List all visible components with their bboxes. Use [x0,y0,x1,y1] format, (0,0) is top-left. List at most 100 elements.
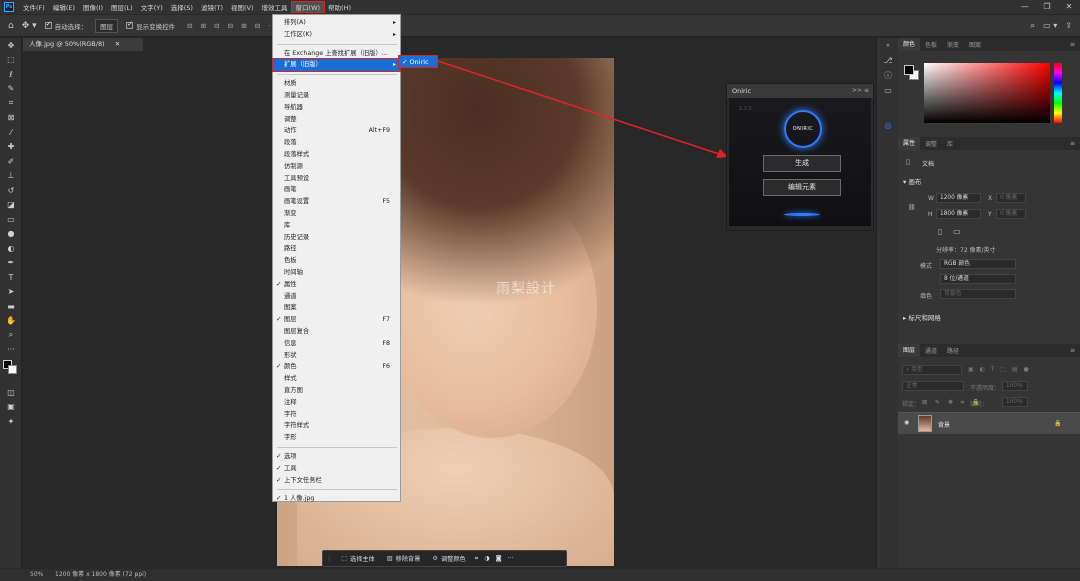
tab-properties[interactable]: 属性 [898,137,921,150]
oniric-panel-icon[interactable]: ◎ [877,118,899,133]
panel-menu-icon[interactable]: ≡ [1065,347,1080,354]
mask-icon[interactable]: ◙ [493,555,505,562]
eraser-tool-icon[interactable]: ◪ [0,198,22,213]
gradient-tool-icon[interactable]: ▭ [0,212,22,227]
y-field[interactable]: 0 像素 [996,209,1026,219]
window-menu-item[interactable]: 直方图 [273,385,400,397]
more-options-button[interactable]: ··· [505,555,517,562]
tab-adjustments[interactable]: 调整 [920,139,942,148]
menu-plugins[interactable]: 增效工具 [258,2,292,12]
window-menu-item[interactable]: 样式 [273,373,400,385]
menu-image[interactable]: 图像(I) [79,2,107,12]
brush-tool-icon[interactable]: ✐ [0,154,22,169]
height-field[interactable]: 1800 像素 [936,209,981,219]
search-icon[interactable]: ⌕ [1030,21,1035,31]
panel-menu-icon[interactable]: >> ≡ [852,84,869,98]
adjust-color-button[interactable]: ⚙ 调整颜色 [426,554,471,563]
window-menu-item[interactable]: 工具预设 [273,173,400,185]
window-menu-item[interactable]: 信息 F8 [273,338,400,350]
window-menu-item[interactable]: 库 [273,220,400,232]
minimize-button[interactable]: — [1014,0,1036,14]
close-tab-icon[interactable]: ✕ [115,40,120,48]
window-menu-item[interactable]: 动作 Alt+F9 [273,125,400,137]
info-icon[interactable]: ⓘ [877,68,899,83]
home-icon[interactable]: ⌂ [8,21,14,31]
layer-filter-icons[interactable]: ▣ ◐ T ⬚ ▤ ● [968,366,1031,373]
show-transform-checkbox[interactable]: 显示变换控件 [126,20,175,31]
tab-swatches[interactable]: 色板 [920,40,942,49]
quick-select-tool-icon[interactable]: ✎ [0,82,22,97]
blend-mode-dropdown[interactable]: 正常 [902,381,964,391]
move-tool-icon[interactable]: ✥ ▾ [22,21,37,31]
visibility-eye-icon[interactable]: ◉ [904,419,909,426]
tab-libraries[interactable]: 库 [942,139,958,148]
auto-select-checkbox[interactable]: 自动选择： [44,20,87,31]
menu-filter[interactable]: 滤镜(T) [197,2,227,12]
window-menu-item[interactable]: ✓ 图层 F7 [273,314,400,326]
tab-layers[interactable]: 图层 [898,344,921,357]
move-tool-icon[interactable]: ✥ [0,38,22,53]
window-menu-item[interactable]: 字符 [273,409,400,421]
select-subject-button[interactable]: ⬚ 选择主体 [335,554,381,563]
rulers-grid-section-header[interactable]: ▸ 标尺和网格 [903,312,941,322]
tab-patterns[interactable]: 图案 [964,40,986,49]
fill-opacity-field[interactable]: 100% [1002,397,1028,407]
remove-background-button[interactable]: ▨ 移除背景 [381,554,427,563]
dodge-tool-icon[interactable]: ◐ [0,241,22,256]
fill-dropdown[interactable]: 背景色 [940,289,1016,299]
window-menu-item[interactable]: ✓ 属性 [273,279,400,291]
window-menu-item[interactable]: 排列(A) ▸ [273,17,400,29]
window-menu-item[interactable]: 导航器 [273,102,400,114]
extensions-submenu-oniric[interactable]: ✓ Oniric [398,55,438,68]
screen-mode-icon[interactable]: ▣ [0,400,22,415]
menu-select[interactable]: 选择(S) [167,2,197,12]
marquee-tool-icon[interactable]: ⬚ [0,53,22,68]
share-icon[interactable]: ⇪ [1065,21,1072,30]
window-menu-item[interactable]: 在 Exchange 上查找扩展（旧版）... [273,48,400,60]
window-menu-item[interactable]: 通道 [273,291,400,303]
window-menu-item[interactable]: 仿制源 [273,161,400,173]
stamp-tool-icon[interactable]: ⊥ [0,169,22,184]
tab-gradients[interactable]: 渐变 [942,40,964,49]
window-menu-item[interactable]: ✓ 1 人像.jpg [273,493,400,505]
adjustment-icon[interactable]: ◑ [481,555,492,562]
oniric-panel-header[interactable]: Oniric >> ≡ [727,84,873,98]
panel-menu-icon[interactable]: ≡ [1065,140,1080,147]
landscape-orientation-icon[interactable]: ▭ [953,227,961,236]
pen-tool-icon[interactable]: ✒ [0,256,22,271]
window-menu-item[interactable]: 画笔设置 F5 [273,196,400,208]
history-icon[interactable]: ⎇ [877,53,899,68]
canvas-section-header[interactable]: ▾ 画布 [903,176,921,186]
window-menu-item[interactable]: 历史记录 [273,232,400,244]
layer-filter-search[interactable]: ⌕ 类型 [902,365,962,375]
window-menu-item[interactable]: 画笔 [273,184,400,196]
hand-tool-icon[interactable]: ✋ [0,314,22,329]
frame-tool-icon[interactable]: ⊠ [0,111,22,126]
comment-icon[interactable]: ▭ [877,83,899,98]
color-picker-field[interactable] [924,63,1050,123]
portrait-orientation-icon[interactable]: ▯ [938,227,942,236]
window-menu-item[interactable]: 段落 [273,137,400,149]
auto-select-dropdown[interactable]: 图层 [95,18,119,33]
workspace-icon[interactable]: ▭ ▾ [1043,21,1057,30]
window-menu-item[interactable]: ✓ 上下文任务栏 [273,475,400,487]
status-arrow-icon[interactable]: › [135,569,137,581]
collapse-icon[interactable]: « [877,38,899,53]
menu-file[interactable]: 文件(F) [19,2,49,12]
window-menu-item[interactable]: 时间轴 [273,267,400,279]
drag-handle-icon[interactable]: ⋮ [323,555,335,562]
tab-paths[interactable]: 路径 [942,346,964,355]
window-menu-item[interactable]: 注释 [273,397,400,409]
menu-view[interactable]: 视图(V) [227,2,258,12]
color-swatches-icon[interactable] [0,357,22,385]
edit-elements-button[interactable]: 编辑元素 [763,179,841,196]
opacity-field[interactable]: 100% [1002,381,1028,391]
menu-type[interactable]: 文字(Y) [137,2,167,12]
foreground-color-swatch[interactable] [904,65,914,75]
eyedropper-tool-icon[interactable]: ⁄ [0,125,22,140]
window-menu-item[interactable]: 材质 [273,78,400,90]
generative-icon[interactable]: ✦ [0,414,22,429]
window-menu-item[interactable]: 色板 [273,255,400,267]
link-icon[interactable]: ⛓ [908,204,916,211]
more-tools-icon[interactable]: ··· [0,343,22,358]
